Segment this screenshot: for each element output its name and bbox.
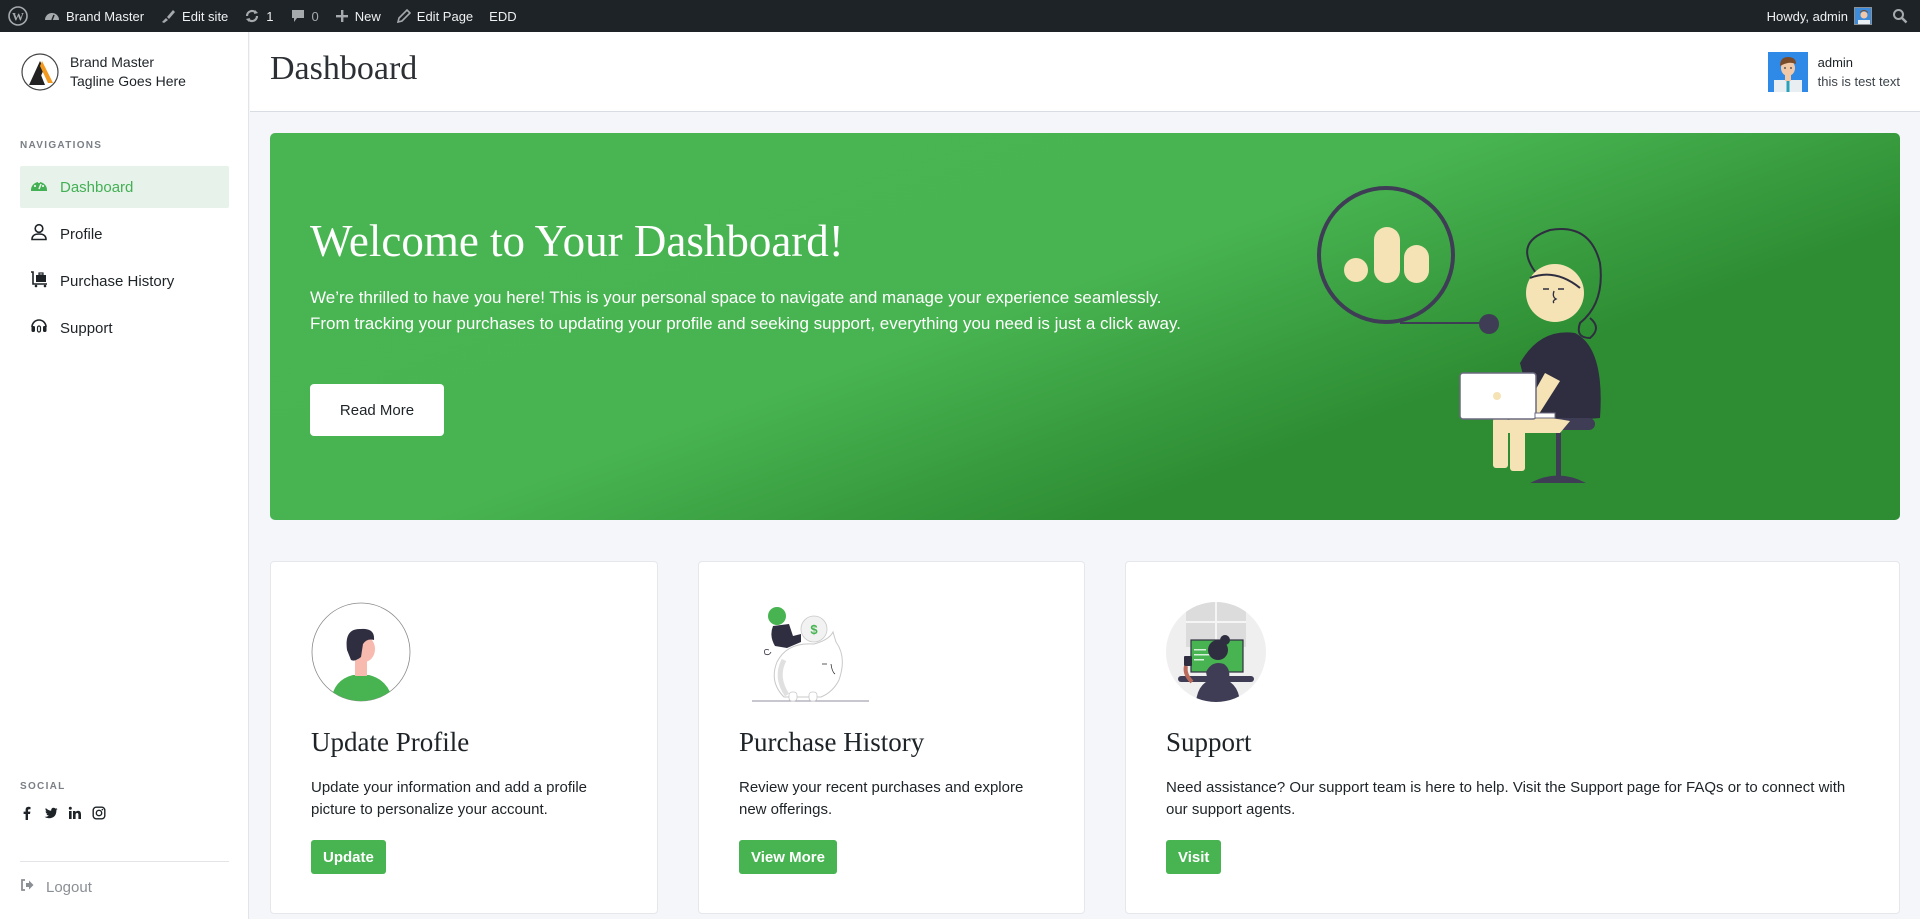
site-name-link[interactable]: Brand Master: [36, 0, 152, 32]
dashboard-gauge-icon: [30, 176, 48, 198]
search-button[interactable]: [1880, 0, 1920, 32]
brand-tagline: Tagline Goes Here: [70, 73, 186, 89]
card-title: Support: [1166, 727, 1252, 757]
edd-link[interactable]: EDD: [481, 0, 524, 32]
search-icon: [1892, 8, 1908, 24]
edit-page-label: Edit Page: [416, 8, 474, 24]
logout-label: Logout: [46, 878, 92, 896]
support-agent-illustration: [1166, 602, 1266, 702]
user-name: admin: [1817, 55, 1854, 70]
brand-name: Brand Master: [70, 54, 155, 70]
my-account-link[interactable]: Howdy, admin: [1759, 0, 1880, 32]
page-title: Dashboard: [270, 50, 418, 87]
sidebar-item-label: Dashboard: [60, 178, 134, 196]
sidebar-item-dashboard[interactable]: Dashboard: [20, 166, 229, 208]
instagram-icon[interactable]: [92, 806, 106, 820]
brand[interactable]: Brand Master Tagline Goes Here: [20, 52, 186, 92]
headset-icon: [30, 317, 48, 339]
sidebar-item-label: Support: [60, 319, 113, 337]
purchase-history-card: $ Purchase History Review your recent pu…: [698, 561, 1085, 914]
page-header: Dashboard admin this is test text: [250, 32, 1920, 112]
visit-button[interactable]: Visit: [1166, 840, 1222, 874]
card-description: Update your information and add a profil…: [311, 779, 588, 818]
support-card: Support Need assistance? Our support tea…: [1125, 561, 1900, 914]
user-avatar: [1767, 52, 1808, 92]
sidebar-item-profile[interactable]: Profile: [20, 213, 229, 255]
welcome-banner: Welcome to Your Dashboard! We’re thrille…: [270, 133, 1900, 520]
card-title: Purchase History: [739, 727, 925, 757]
logout-link[interactable]: Logout: [20, 878, 92, 896]
brush-icon: [160, 8, 176, 24]
twitter-icon[interactable]: [44, 806, 58, 820]
sidebar: Brand Master Tagline Goes Here NAVIGATIO…: [0, 32, 249, 919]
comments-count: 0: [311, 8, 319, 24]
hero-title: Welcome to Your Dashboard!: [310, 216, 844, 266]
edit-site-label: Edit site: [182, 8, 229, 24]
plus-icon: [335, 9, 349, 23]
view-more-button[interactable]: View More: [739, 840, 837, 874]
sidebar-divider: [20, 861, 229, 862]
update-button[interactable]: Update: [311, 840, 386, 874]
user-subtitle: this is test text: [1817, 74, 1900, 89]
wordpress-logo-button[interactable]: W: [0, 0, 36, 32]
social-heading: SOCIAL: [20, 781, 66, 792]
sign-out-icon: [20, 878, 34, 896]
sidebar-item-support[interactable]: Support: [20, 307, 229, 349]
card-description: Review your recent purchases and explore…: [739, 779, 1024, 818]
update-profile-card: Update Profile Update your information a…: [270, 561, 658, 914]
read-more-button[interactable]: Read More: [310, 384, 444, 436]
updates-link[interactable]: 1: [236, 0, 281, 32]
sidebar-item-purchase-history[interactable]: Purchase History: [20, 260, 229, 302]
edit-site-link[interactable]: Edit site: [152, 0, 236, 32]
comments-link[interactable]: 0: [282, 0, 327, 32]
navigations-heading: NAVIGATIONS: [20, 140, 103, 151]
svg-text:$: $: [810, 622, 818, 637]
pencil-icon: [396, 9, 411, 23]
comment-icon: [290, 8, 306, 24]
new-label: New: [354, 8, 381, 24]
dashboard-gauge-icon: [44, 9, 60, 23]
admin-avatar-small: [1854, 7, 1872, 25]
card-description: Need assistance? Our support team is her…: [1166, 779, 1846, 818]
wp-admin-bar: W Brand Master Edit site 1 0 New Edit Pa…: [0, 0, 1920, 32]
piggy-bank-illustration: $: [739, 602, 876, 702]
social-links: [20, 806, 106, 820]
linkedin-icon[interactable]: [68, 806, 82, 820]
updates-count: 1: [266, 8, 274, 24]
luggage-cart-icon: [30, 270, 48, 292]
hero-description: We’re thrilled to have you here! This is…: [310, 288, 1181, 333]
analytics-person-illustration: [1290, 163, 1640, 493]
sidebar-nav: Dashboard Profile Purchase History Suppo…: [20, 166, 229, 354]
site-name-label: Brand Master: [66, 8, 145, 24]
new-content-link[interactable]: New: [327, 0, 389, 32]
user-icon: [30, 223, 48, 245]
edd-label: EDD: [489, 8, 517, 24]
facebook-icon[interactable]: [20, 806, 34, 820]
wordpress-icon: W: [8, 6, 28, 26]
user-info[interactable]: admin this is test text: [1767, 52, 1900, 92]
svg-text:W: W: [12, 10, 24, 24]
brand-logo-icon: [20, 52, 60, 92]
edit-page-link[interactable]: Edit Page: [389, 0, 481, 32]
sidebar-item-label: Purchase History: [60, 272, 175, 290]
updates-icon: [244, 8, 260, 24]
howdy-label: Howdy, admin: [1766, 8, 1848, 24]
card-title: Update Profile: [311, 727, 470, 757]
profile-avatar-illustration: [311, 602, 411, 702]
sidebar-item-label: Profile: [60, 225, 103, 243]
